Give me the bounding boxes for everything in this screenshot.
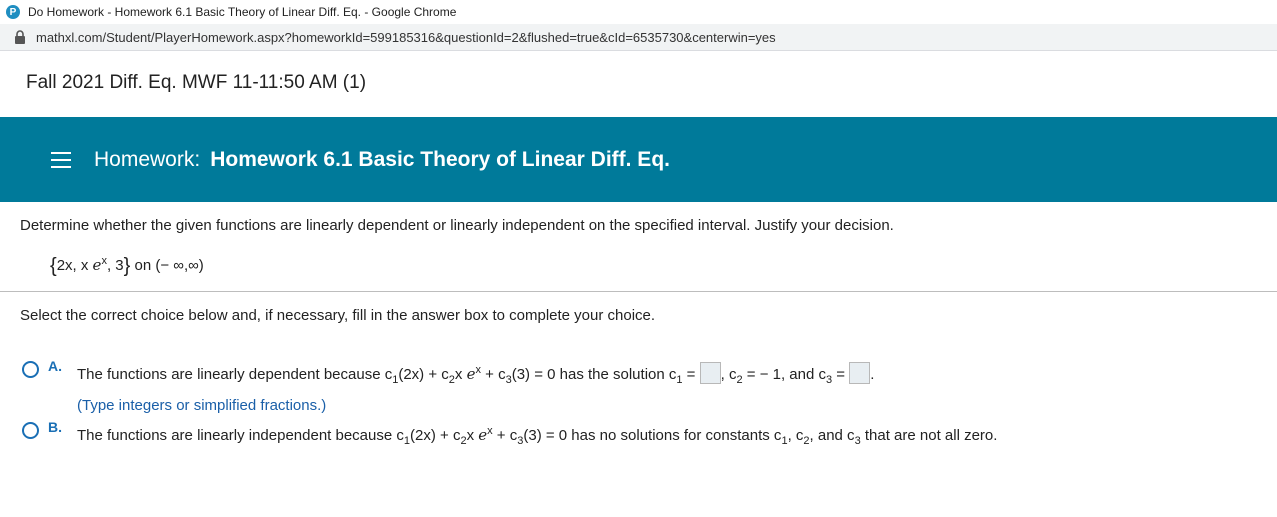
- window-titlebar: P Do Homework - Homework 6.1 Basic Theor…: [0, 0, 1277, 24]
- choice-b-letter: B.: [48, 419, 62, 435]
- instructions: Select the correct choice below and, if …: [20, 307, 656, 324]
- address-bar[interactable]: mathxl.com/Student/PlayerHomework.aspx?h…: [0, 24, 1277, 51]
- choice-b-radio[interactable]: [22, 422, 39, 439]
- course-title: Fall 2021 Diff. Eq. MWF 11-11:50 AM (1): [26, 72, 367, 93]
- window-title: Do Homework - Homework 6.1 Basic Theory …: [28, 5, 457, 19]
- pearson-logo-icon: P: [6, 5, 20, 19]
- choice-b[interactable]: B. The functions are linearly independen…: [22, 419, 998, 451]
- homework-banner: Homework: Homework 6.1 Basic Theory of L…: [0, 117, 1277, 202]
- choice-a[interactable]: A. The functions are linearly dependent …: [22, 358, 875, 416]
- choice-a-text: The functions are linearly dependent bec…: [77, 362, 875, 414]
- divider: [0, 291, 1277, 292]
- choice-b-text: The functions are linearly independent b…: [77, 425, 998, 447]
- homework-name: Homework 6.1 Basic Theory of Linear Diff…: [210, 147, 670, 171]
- choice-a-letter: A.: [48, 358, 62, 374]
- question-prompt: Determine whether the given functions ar…: [20, 217, 894, 234]
- menu-icon[interactable]: [51, 151, 71, 168]
- homework-label: Homework:: [94, 147, 201, 171]
- choice-a-radio[interactable]: [22, 361, 39, 378]
- c3-answer-box[interactable]: [849, 362, 871, 384]
- lock-icon: [15, 30, 25, 44]
- answer-hint: (Type integers or simplified fractions.): [77, 397, 327, 414]
- url-text[interactable]: mathxl.com/Student/PlayerHomework.aspx?h…: [36, 30, 776, 45]
- c1-answer-box[interactable]: [699, 362, 721, 384]
- function-set: {2x, x ex, 3} on (− ∞,∞): [50, 255, 204, 277]
